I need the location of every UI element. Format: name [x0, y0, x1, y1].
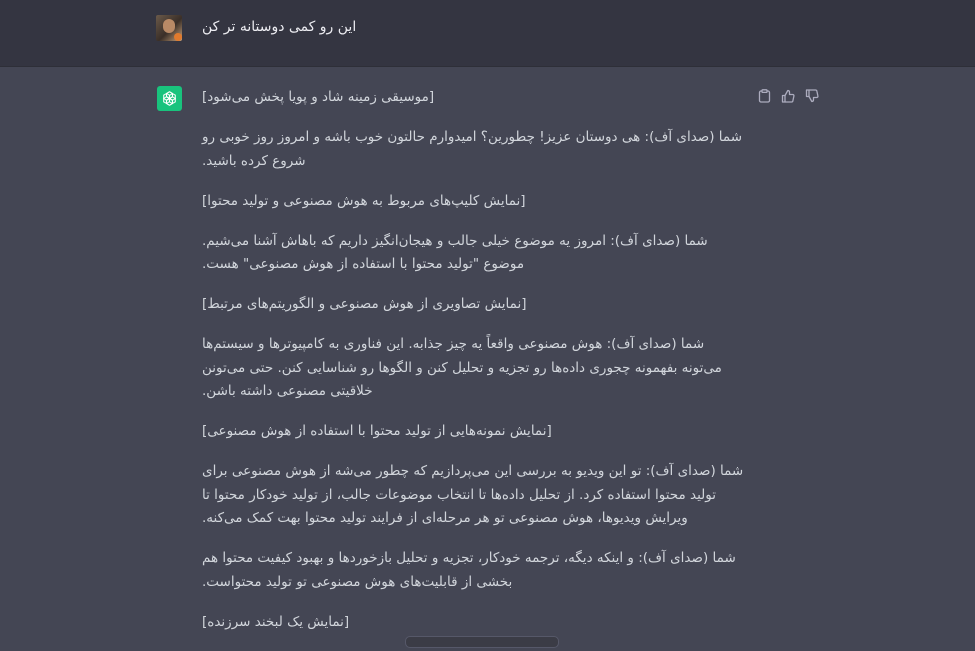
clipboard-icon: [758, 89, 770, 103]
message-paragraph: [نمایش یک لبخند سرزنده]: [202, 613, 350, 630]
like-button[interactable]: [780, 88, 796, 104]
message-paragraph: [موسیقی زمینه شاد و پویا پخش می‌شود]: [202, 89, 435, 105]
avatar-badge: [174, 33, 182, 41]
user-avatar: [156, 15, 182, 41]
message-actions: [756, 88, 820, 106]
user-message-row: این رو کمی دوستانه تر کن: [0, 0, 975, 67]
message-paragraph: شما (صدای آف): امروز یه موضوع خیلی جالب …: [202, 232, 708, 273]
message-paragraph: شما (صدای آف): و اینکه دیگه، ترجمه خودکا…: [202, 550, 736, 590]
message-paragraph: [نمایش نمونه‌هایی از تولید محتوا با استف…: [202, 423, 552, 439]
user-message-text: این رو کمی دوستانه تر کن: [202, 19, 357, 35]
message-paragraph: [نمایش کلیپ‌های مربوط به هوش مصنوعی و تو…: [202, 192, 526, 209]
message-paragraph: [نمایش تصاویری از هوش مصنوعی و الگوریتم‌…: [202, 296, 527, 312]
assistant-message: [موسیقی زمینه شاد و پویا پخش می‌شود] شما…: [202, 86, 748, 651]
assistant-avatar: [157, 86, 182, 111]
thumbs-down-icon: [805, 89, 819, 103]
avatar-face: [163, 19, 175, 33]
copy-button[interactable]: [756, 88, 772, 104]
scroll-to-bottom-button[interactable]: [405, 636, 559, 648]
openai-logo-icon: [163, 91, 176, 106]
message-paragraph: شما (صدای آف): تو این ویدیو به بررسی این…: [202, 463, 744, 526]
message-paragraph: شما (صدای آف): هوش مصنوعی واقعاً یه چیز …: [202, 336, 722, 399]
message-paragraph: شما (صدای آف): هی دوستان عزیز! چطورین؟ ا…: [202, 129, 743, 169]
dislike-button[interactable]: [804, 88, 820, 104]
thumbs-up-icon: [781, 89, 795, 103]
